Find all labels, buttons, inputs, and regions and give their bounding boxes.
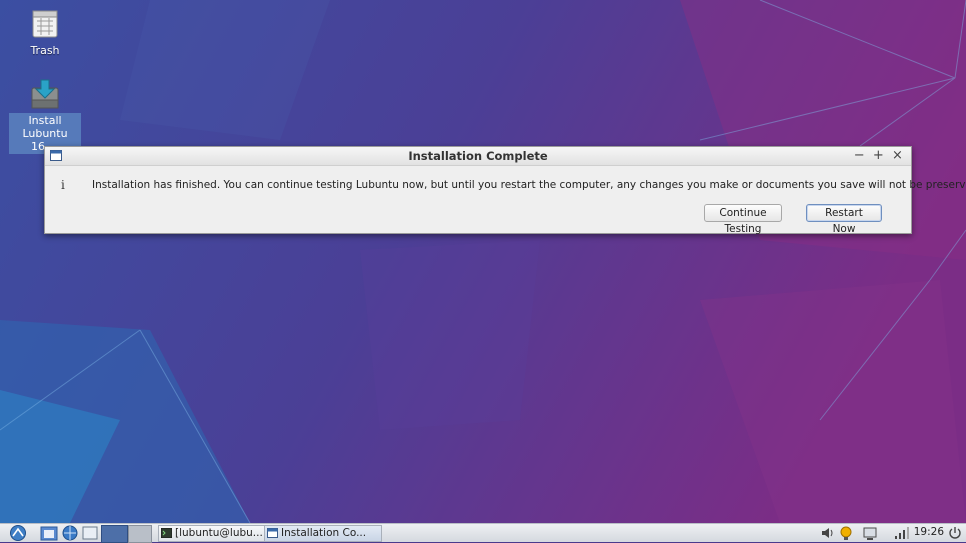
minimize-icon[interactable]: − [852, 148, 867, 163]
close-icon[interactable]: × [890, 148, 905, 163]
workspace-1[interactable] [101, 525, 128, 543]
task-terminal[interactable]: [lubuntu@lubu... [158, 525, 278, 542]
file-manager-icon[interactable] [40, 525, 58, 541]
power-icon[interactable] [948, 525, 962, 541]
maximize-icon[interactable]: + [871, 148, 886, 163]
taskbar: [lubuntu@lubu... Installation Co... 19:2… [0, 523, 966, 543]
menu-icon[interactable] [8, 525, 28, 541]
installation-complete-dialog: Installation Complete − + × i Installati… [44, 146, 966, 235]
installer-icon [31, 79, 59, 109]
desktop-icon-trash[interactable]: Trash [9, 8, 81, 58]
task-label: [lubuntu@lubu... [175, 527, 263, 539]
clock[interactable]: 19:26 [914, 526, 944, 538]
display-icon[interactable] [862, 525, 878, 541]
dialog-title: Installation Complete [408, 149, 548, 163]
terminal-icon [161, 528, 172, 538]
workspace-2[interactable] [128, 525, 152, 543]
window-controls: − + × [852, 148, 905, 163]
network-signal-icon[interactable] [893, 525, 909, 541]
desktop-wallpaper [0, 0, 966, 541]
continue-testing-button[interactable]: Continue Testing [704, 204, 782, 235]
dialog-message: Installation has finished. You can conti… [92, 179, 966, 191]
task-installation-complete[interactable]: Installation Co... [264, 525, 382, 542]
info-icon: i [61, 178, 65, 192]
dialog-titlebar[interactable]: Installation Complete − + × [45, 147, 911, 166]
desktop-switch-icon[interactable] [82, 525, 98, 541]
desktop-icon-label: Trash [30, 44, 60, 57]
volume-icon[interactable] [820, 525, 836, 541]
browser-icon[interactable] [61, 525, 79, 541]
trash-icon [32, 10, 58, 38]
window-icon [267, 528, 278, 538]
notification-icon[interactable] [838, 525, 854, 541]
restart-now-button[interactable]: Restart Now [806, 204, 882, 235]
desktop-icon-install-lubuntu[interactable]: Install Lubuntu 16.... [9, 78, 81, 154]
task-label: Installation Co... [281, 527, 367, 539]
